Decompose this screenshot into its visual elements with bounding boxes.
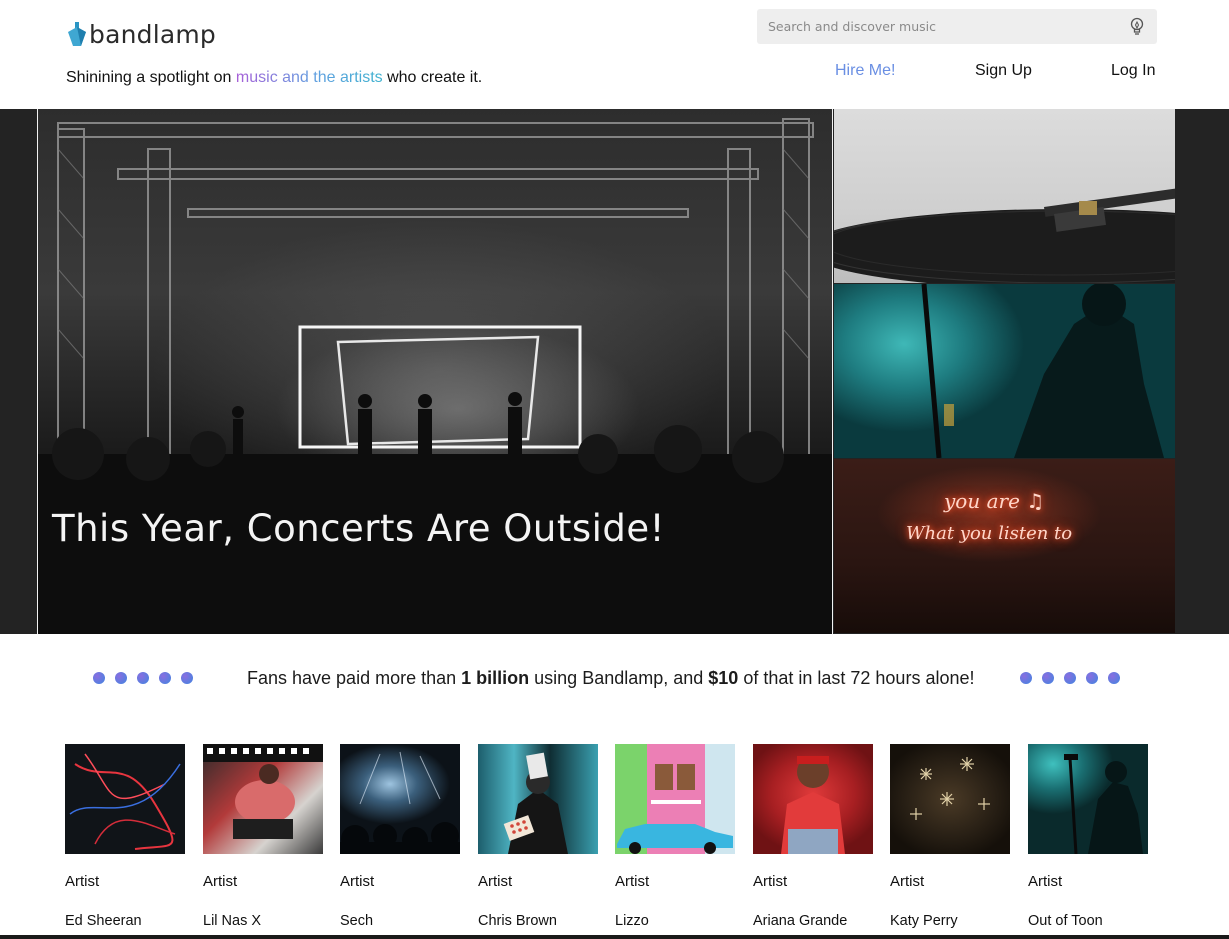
stats-text-end: of that in last 72 hours alone! [738,668,975,688]
dot-icon [1108,672,1120,684]
artist-label: Artist [615,873,650,890]
singer-silhouette-image [1064,754,1143,854]
light-trails-image [69,753,181,850]
artist-photo[interactable] [478,744,598,854]
stats-amount-billion: 1 billion [461,668,530,688]
artist-name[interactable]: Ed Sheeran [65,913,142,929]
search-input[interactable] [757,9,1107,44]
concert-stage-illustration [38,118,832,634]
dot-icon [1064,672,1076,684]
artist-label: Artist [1028,873,1063,890]
artist-card[interactable]: Artist Lil Nas X [203,744,323,929]
tagline: Shinining a spotlight on music and the a… [66,69,482,87]
artist-photo[interactable] [65,744,185,854]
artist-card[interactable]: Artist Katy Perry [890,744,1010,929]
dot-icon [159,672,171,684]
neon-line-1: you are ♫ [944,489,1045,513]
artist-card[interactable]: Artist Ariana Grande [753,744,873,929]
dot-icon [1042,672,1054,684]
decorative-dots-right [1020,672,1120,684]
lightbulb-icon[interactable] [1129,17,1145,37]
artist-name[interactable]: Chris Brown [478,913,557,929]
artist-photo[interactable] [890,744,1010,854]
page-bottom-edge [0,935,1229,939]
artist-name[interactable]: Lil Nas X [203,913,261,929]
red-portrait-image [781,756,845,854]
artist-photo[interactable] [1028,744,1148,854]
artist-name[interactable]: Ariana Grande [753,913,847,929]
artist-card[interactable]: Artist Lizzo [615,744,735,929]
hero-feature-concert[interactable]: This Year, Concerts Are Outside! [37,109,833,634]
site-header: bandlamp Shinining a spotlight on music … [0,0,1229,109]
artist-card[interactable]: Artist Out of Toon [1028,744,1148,929]
dot-icon [181,672,193,684]
artist-label: Artist [65,873,100,890]
guitarist-silhouette [921,284,1164,458]
tagline-start: Shinining a spotlight on [66,69,236,86]
artist-label: Artist [753,873,788,890]
artist-name[interactable]: Katy Perry [890,913,958,929]
artist-label: Artist [340,873,375,890]
artist-card[interactable]: Artist Chris Brown [478,744,598,929]
concert-crowd-image [340,751,460,854]
logo-text: bandlamp [89,20,216,49]
decorative-dots-left [93,672,193,684]
artist-photo[interactable] [753,744,873,854]
artist-photo[interactable] [615,744,735,854]
search-bar [757,9,1157,44]
dot-icon [1020,672,1032,684]
hero-tile-guitarist[interactable] [834,284,1175,458]
artist-name[interactable]: Sech [340,913,373,929]
dot-icon [93,672,105,684]
stats-text-middle: using Bandlamp, and [529,668,709,688]
hero-tile-vinyl[interactable] [834,109,1175,283]
colorful-street-image [615,744,735,854]
dried-flowers-image [910,757,990,820]
artist-name[interactable]: Lizzo [615,913,649,929]
hero-tile-neon-sign[interactable]: you are ♫ What you listen to [834,459,1175,633]
vinyl-record-illustration [834,187,1175,283]
neon-line-2: What you listen to [906,523,1073,544]
logo[interactable]: bandlamp [66,16,216,50]
stats-banner: Fans have paid more than 1 billion using… [0,634,1229,724]
artist-label: Artist [890,873,925,890]
nav-log-in[interactable]: Log In [1111,62,1155,80]
stats-text: Fans have paid more than 1 billion using… [247,668,974,689]
dot-icon [137,672,149,684]
nav-sign-up[interactable]: Sign Up [975,62,1032,80]
artist-label: Artist [478,873,513,890]
lamp-logo-icon [68,22,86,46]
artist-photo[interactable] [340,744,460,854]
artist-card[interactable]: Artist Sech [340,744,460,929]
tagline-end: who create it. [382,69,483,86]
seated-person-image [203,744,323,839]
artist-name[interactable]: Out of Toon [1028,913,1103,929]
dot-icon [115,672,127,684]
nav-hire-me[interactable]: Hire Me! [835,62,895,80]
artist-card[interactable]: Artist Ed Sheeran [65,744,185,929]
hero-section: This Year, Concerts Are Outside! you are… [0,109,1229,634]
hero-title: This Year, Concerts Are Outside! [52,507,665,550]
stats-text-start: Fans have paid more than [247,668,462,688]
dot-icon [1086,672,1098,684]
tagline-highlight: music and the artists [235,69,383,86]
stats-amount-recent: $10 [708,668,739,688]
artist-photo[interactable] [203,744,323,854]
card-trick-image [503,752,568,854]
artist-label: Artist [203,873,238,890]
